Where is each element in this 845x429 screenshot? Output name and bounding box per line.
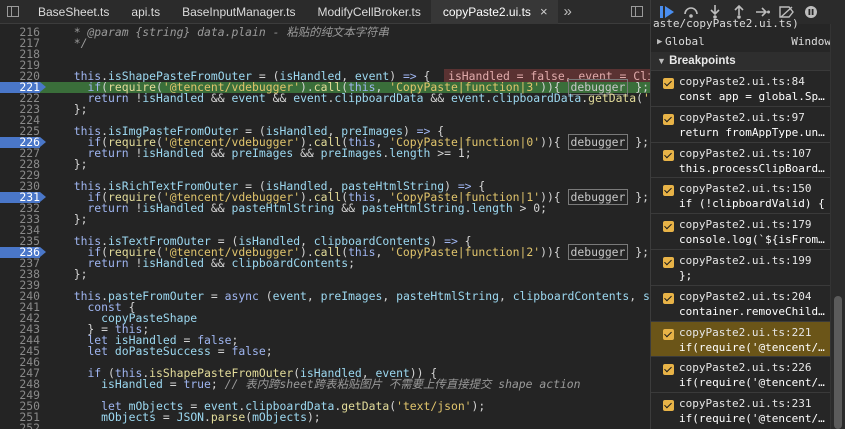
code-line: 245 let doPasteSuccess = false;	[0, 344, 650, 358]
breakpoint-code-snippet: this.processClipBoard…	[679, 161, 825, 175]
breakpoint-location: copyPaste2.ui.ts:204	[679, 289, 812, 303]
code-line: 222 return !isHandled && event && event.…	[0, 91, 650, 105]
breakpoint-checkbox[interactable]	[663, 257, 674, 268]
breakpoint-location: copyPaste2.ui.ts:221	[679, 325, 812, 339]
breakpoint-checkbox[interactable]	[663, 364, 674, 376]
breakpoint-code-snippet: return fromAppType.un…	[679, 125, 825, 139]
breakpoint-location: copyPaste2.ui.ts:97	[679, 110, 805, 124]
toggle-debugger-panel-icon[interactable]	[624, 0, 650, 24]
code-line: 237 return !isHandled && clipboardConten…	[0, 256, 650, 270]
code-text: let doPasteSuccess = false;	[87, 344, 273, 358]
breakpoint-location: copyPaste2.ui.ts:226	[679, 361, 812, 375]
code-line: 252	[0, 422, 650, 429]
code-text: };	[60, 157, 88, 171]
breakpoint-location: copyPaste2.ui.ts:107	[679, 146, 812, 160]
code-text: return !isHandled && clipboardContents;	[87, 256, 355, 270]
code-text: };	[60, 267, 88, 281]
breakpoint-checkbox[interactable]	[663, 149, 674, 161]
tab-api-ts[interactable]: api.ts	[119, 0, 170, 24]
code-text: return !isHandled && pasteHtmlString && …	[87, 201, 547, 215]
debugger-sidebar: aste/copyPaste2.ui.ts) ▶ Global Window ▼…	[650, 0, 845, 429]
tab-basesheet-ts[interactable]: BaseSheet.ts	[26, 0, 119, 24]
tab-label: BaseInputManager.ts	[182, 4, 296, 19]
breakpoint-item[interactable]: copyPaste2.ui.ts:107 this.processClipBoar…	[651, 141, 831, 178]
breakpoint-item[interactable]: copyPaste2.ui.ts:221 if(require('@tencent…	[651, 320, 831, 357]
code-text: return !isHandled && event && event.clip…	[87, 91, 650, 105]
breakpoint-location: copyPaste2.ui.ts:84	[679, 75, 805, 88]
code-line: 218	[0, 48, 650, 60]
code-text: mObjects = JSON.parse(mObjects);	[101, 410, 321, 424]
breakpoint-checkbox[interactable]	[663, 292, 674, 304]
tab-label: api.ts	[131, 4, 161, 19]
code-text: };	[60, 102, 88, 116]
breakpoint-item[interactable]: copyPaste2.ui.ts:226 if(require('@tencent…	[651, 356, 831, 392]
more-tabs-button[interactable]: »	[558, 3, 578, 20]
code-text: this.pasteFromOuter = async (event, preI…	[73, 289, 650, 303]
breakpoint-code-snippet: if(require('@tencent/…	[679, 340, 825, 354]
code-line: 248 isHandled = true; // 表内跨sheet跨表粘贴图片 …	[0, 377, 650, 391]
breakpoint-checkbox[interactable]	[663, 113, 674, 125]
tab-modifycellbroker-ts[interactable]: ModifyCellBroker.ts	[306, 0, 431, 24]
breakpoint-item[interactable]: copyPaste2.ui.ts:97 return fromAppType.un…	[651, 105, 831, 142]
breakpoint-location: copyPaste2.ui.ts:231	[679, 397, 812, 411]
breakpoint-code-snippet: if(require('@tencent/…	[679, 376, 825, 390]
panel-scrollbar[interactable]	[830, 24, 845, 429]
breakpoints-section-header[interactable]: ▼ Breakpoints	[651, 52, 831, 70]
breakpoint-checkbox[interactable]	[663, 221, 674, 233]
breakpoint-item[interactable]: copyPaste2.ui.ts:84 const app = global.Sp…	[651, 70, 831, 106]
breakpoint-location: copyPaste2.ui.ts:199	[679, 254, 812, 267]
line-number[interactable]: 252	[0, 422, 40, 429]
code-text: */	[60, 36, 88, 50]
code-line: 223 };	[0, 102, 650, 116]
code-line: 227 return !isHandled && preImages && pr…	[0, 146, 650, 160]
code-line: 251 mObjects = JSON.parse(mObjects);	[0, 410, 650, 424]
breakpoint-code-snippet: const app = global.Sp…	[679, 90, 825, 103]
code-editor[interactable]: 216 * @param {string} data.plain - 粘贴的纯文…	[0, 24, 650, 429]
code-line: 216 * @param {string} data.plain - 粘贴的纯文…	[0, 25, 650, 39]
scrollbar-thumb[interactable]	[834, 296, 842, 429]
scope-path: aste/copyPaste2.ui.ts)	[653, 17, 799, 30]
breakpoint-location: copyPaste2.ui.ts:150	[679, 182, 812, 196]
close-tab-icon[interactable]: ×	[540, 4, 548, 19]
code-line: 232 return !isHandled && pasteHtmlString…	[0, 201, 650, 215]
breakpoint-code-snippet: if(require('@tencent/…	[679, 412, 825, 426]
breakpoint-item[interactable]: copyPaste2.ui.ts:179 console.log(`${isFro…	[651, 213, 831, 249]
breakpoint-location: copyPaste2.ui.ts:179	[679, 218, 812, 232]
breakpoint-item[interactable]: copyPaste2.ui.ts:231 if(require('@tencent…	[651, 392, 831, 428]
breakpoint-checkbox[interactable]	[663, 185, 674, 197]
scope-global-value: Window	[791, 35, 831, 48]
code-text: };	[60, 212, 88, 226]
code-line: 217 */	[0, 36, 650, 50]
tab-label: BaseSheet.ts	[38, 4, 110, 19]
toggle-navigator-icon[interactable]	[0, 0, 26, 24]
code-text: isHandled = true; // 表内跨sheet跨表粘贴图片 不需要上…	[101, 377, 581, 391]
breakpoint-code-snippet: if (!clipboardValid) {	[679, 197, 825, 211]
breakpoint-code-snippet: console.log(`${isFrom…	[679, 233, 825, 247]
breakpoints-header-label: Breakpoints	[669, 55, 736, 67]
tab-baseinputmanager-ts[interactable]: BaseInputManager.ts	[170, 0, 305, 24]
scope-global-label: Global	[665, 35, 705, 48]
breakpoint-checkbox[interactable]	[663, 78, 674, 89]
breakpoint-item[interactable]: copyPaste2.ui.ts:199};	[651, 249, 831, 285]
code-line: 233 };	[0, 212, 650, 226]
breakpoint-code-snippet: };	[679, 269, 693, 282]
code-text: return !isHandled && preImages && preIma…	[87, 146, 472, 160]
tab-label: ModifyCellBroker.ts	[317, 4, 421, 19]
breakpoint-item[interactable]: copyPaste2.ui.ts:150 if (!clipboardValid)…	[651, 177, 831, 213]
code-text: * @param {string} data.plain - 粘贴的纯文本字符串	[60, 25, 389, 39]
breakpoint-checkbox[interactable]	[663, 328, 674, 340]
editor-tab-bar: BaseSheet.ts api.ts BaseInputManager.ts Mod…	[0, 0, 650, 24]
breakpoint-item[interactable]: copyPaste2.ui.ts:204 container.removeChil…	[651, 284, 831, 321]
tab-label: copyPaste2.ui.ts	[442, 4, 531, 19]
breakpoint-code-snippet: container.removeChild…	[679, 304, 825, 318]
code-line: 238 };	[0, 267, 650, 281]
breakpoint-checkbox[interactable]	[663, 400, 674, 412]
expand-arrow-icon: ▶	[657, 37, 663, 47]
collapse-arrow-icon: ▼	[657, 56, 666, 66]
tab-copypaste2-ui-ts[interactable]: copyPaste2.ui.ts ×	[430, 0, 558, 24]
code-line: 228 };	[0, 157, 650, 171]
scope-global-row[interactable]: ▶ Global Window	[651, 34, 831, 50]
